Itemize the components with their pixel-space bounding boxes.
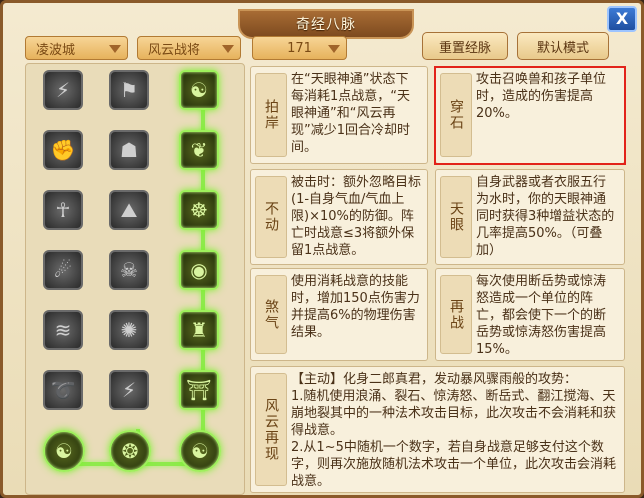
- tornado-icon: ➰: [50, 378, 76, 402]
- close-button[interactable]: X: [607, 6, 637, 32]
- talent-card-1[interactable]: 拍岸 在“天眼神通”状态下每消耗1点战意，“天眼神通”和“风云再现”减少1回合冷却…: [250, 66, 428, 164]
- talent-node-11[interactable]: ☠: [109, 250, 149, 290]
- talent-card-title: 拍岸: [255, 73, 287, 157]
- fist-icon: ✊: [50, 138, 76, 162]
- talent-node-18[interactable]: ⛩: [179, 370, 219, 410]
- roaring-beast-icon: ⚡: [55, 78, 71, 102]
- talent-window: 奇经八脉 X 凌波城 风云战将 171 重置经脉 默认模式 ⚡ ⚑ ☯ ✊ ☗ ❦ ☥ ⛰ ☸ ☄…: [0, 0, 644, 498]
- robed-figure-icon: ♜: [190, 318, 208, 342]
- chevron-down-icon: [222, 45, 234, 53]
- wind-leaf-icon: ❦: [190, 138, 208, 162]
- talent-card-5[interactable]: 煞气 使用消耗战意的技能时，增加150点伤害力并提高6%的物理伤害结果。: [250, 268, 428, 361]
- school-dropdown[interactable]: 风云战将: [137, 36, 241, 60]
- talent-card-6[interactable]: 再战 每次使用断岳势或惊涛怒造成一个单位的阵亡，都会使下一个的断岳势或惊涛怒伤害提…: [435, 268, 625, 361]
- talent-card-description: 自身武器或者衣服五行为水时，你的天眼神通同时获得3种增益状态的几率提高50%。（…: [476, 175, 615, 258]
- talent-node-4[interactable]: ✊: [43, 130, 83, 170]
- chevron-down-icon: [328, 45, 340, 53]
- talent-node-12[interactable]: ◉: [179, 250, 219, 290]
- talent-node-2[interactable]: ⚑: [109, 70, 149, 110]
- crumbling-rock-icon: ☄: [54, 258, 72, 282]
- school-dropdown-label: 风云战将: [148, 42, 201, 58]
- window-title-bar: 奇经八脉: [238, 9, 414, 39]
- region-dropdown-label: 凌波城: [36, 42, 76, 58]
- talent-card-7[interactable]: 风云再现 【主动】化身二郎真君，发动暴风骤雨般的攻势： 1.随机使用浪涌、裂石、惊…: [250, 366, 625, 493]
- shatter-icon: ✺: [120, 318, 138, 342]
- talent-node-17[interactable]: ⚡: [109, 370, 149, 410]
- talent-node-10[interactable]: ☄: [43, 250, 83, 290]
- talent-card-description: 【主动】化身二郎真君，发动暴风骤雨般的攻势： 1.随机使用浪涌、裂石、惊涛怒、断…: [291, 372, 617, 489]
- warrior-icon: ☥: [55, 198, 71, 222]
- dragon-swirl-icon: ☯: [55, 439, 73, 463]
- talent-card-title: 天眼: [440, 176, 472, 258]
- talent-card-description: 被击时：额外忽略目标(1-自身气血/气血上限)×10%的防御。阵亡时战意≤3将额…: [291, 175, 421, 258]
- talent-node-8[interactable]: ⛰: [109, 190, 149, 230]
- talent-card-description: 使用消耗战意的技能时，增加150点伤害力并提高6%的物理伤害结果。: [291, 274, 420, 340]
- selected-card-highlight: [434, 66, 626, 165]
- talent-node-5[interactable]: ☗: [109, 130, 149, 170]
- talent-node-13[interactable]: ≋: [43, 310, 83, 350]
- talent-node-15[interactable]: ♜: [179, 310, 219, 350]
- talent-node-20[interactable]: ❂: [109, 430, 151, 472]
- talent-node-3[interactable]: ☯: [179, 70, 219, 110]
- talent-node-14[interactable]: ✺: [109, 310, 149, 350]
- default-mode-button[interactable]: 默认模式: [517, 32, 609, 60]
- window-title: 奇经八脉: [296, 17, 356, 33]
- talent-card-title: 不动: [255, 176, 287, 258]
- talent-node-6[interactable]: ❦: [179, 130, 219, 170]
- talent-node-7[interactable]: ☥: [43, 190, 83, 230]
- dragon-head-icon: ❂: [121, 439, 139, 463]
- talent-card-4[interactable]: 天眼 自身武器或者衣服五行为水时，你的天眼神通同时获得3种增益状态的几率提高50%…: [435, 169, 625, 265]
- spiral-orb-icon: ☯: [191, 439, 209, 463]
- banner-icon: ⚑: [120, 78, 138, 102]
- mountain-icon: ⛰: [120, 198, 138, 222]
- talent-node-19[interactable]: ☯: [43, 430, 85, 472]
- talent-node-1[interactable]: ⚡: [43, 70, 83, 110]
- lightning-circle-icon: ⚡: [121, 378, 137, 402]
- talent-card-description: 每次使用断岳势或惊涛怒造成一个单位的阵亡，都会使下一个的断岳势或惊涛怒伤害提高1…: [476, 274, 607, 357]
- talent-node-16[interactable]: ➰: [43, 370, 83, 410]
- talent-card-title: 风云再现: [255, 373, 287, 486]
- swirl-cloud-icon: ☯: [190, 78, 208, 102]
- waves-icon: ≋: [54, 318, 72, 342]
- talent-card-title: 煞气: [255, 275, 287, 354]
- talent-card-title: 再战: [440, 275, 472, 354]
- level-dropdown-label: 171: [287, 40, 312, 56]
- level-dropdown[interactable]: 171: [252, 36, 347, 60]
- skull-icon: ☠: [120, 258, 138, 282]
- meditating-figure-icon: ☸: [190, 198, 208, 222]
- gate-icon: ⛩: [186, 378, 212, 402]
- meridian-tree-panel: ⚡ ⚑ ☯ ✊ ☗ ❦ ☥ ⛰ ☸ ☄ ☠ ◉ ≋ ✺ ♜ ➰ ⚡ ⛩ ☯ ❂ ☯: [25, 63, 245, 495]
- talent-card-description: 在“天眼神通”状态下每消耗1点战意，“天眼神通”和“风云再现”减少1回合冷却时间…: [291, 72, 411, 155]
- talent-card-3[interactable]: 不动 被击时：额外忽略目标(1-自身气血/气血上限)×10%的防御。阵亡时战意≤3…: [250, 169, 428, 265]
- reset-meridian-button[interactable]: 重置经脉: [422, 32, 508, 60]
- chevron-down-icon: [109, 45, 121, 53]
- talent-node-21[interactable]: ☯: [179, 430, 221, 472]
- silhouette-icon: ☗: [120, 138, 138, 162]
- talent-node-9[interactable]: ☸: [179, 190, 219, 230]
- region-dropdown[interactable]: 凌波城: [25, 36, 128, 60]
- eye-icon: ◉: [190, 258, 208, 282]
